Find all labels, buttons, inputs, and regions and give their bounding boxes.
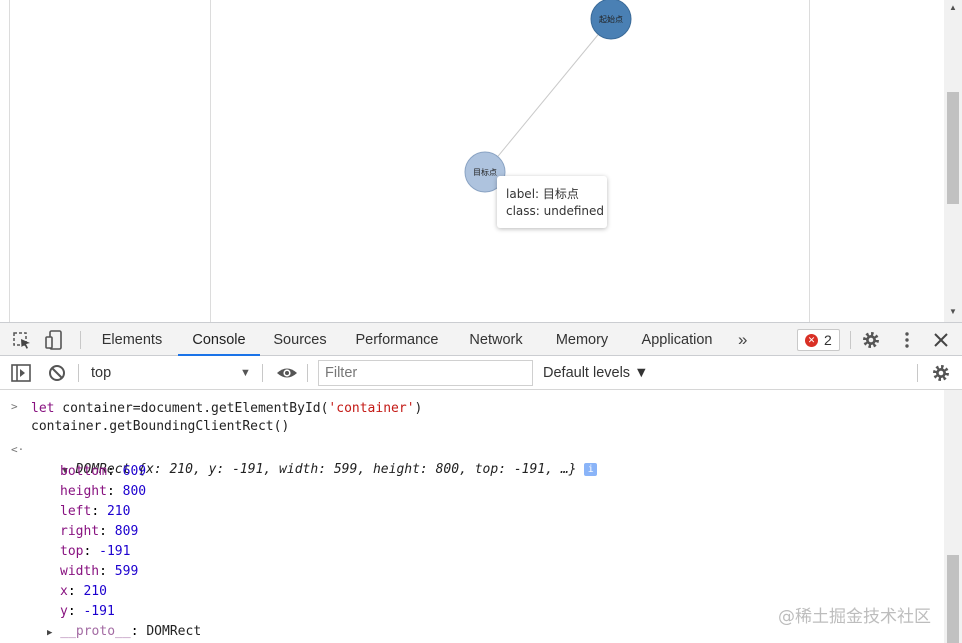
expand-triangle-right-icon[interactable]: ▶ xyxy=(47,628,52,638)
console-settings-gear-icon[interactable] xyxy=(930,363,952,383)
scroll-down-arrow-icon[interactable]: ▼ xyxy=(944,304,962,320)
toolbar-separator xyxy=(78,364,79,382)
property-row: top: -191 xyxy=(60,544,131,559)
filter-input[interactable] xyxy=(318,360,533,386)
code-fragment: container=document.getElementById( xyxy=(54,401,329,416)
toolbar-separator xyxy=(262,364,263,382)
console-scrollbar[interactable] xyxy=(944,390,962,643)
console-input-line: let container=document.getElementById('c… xyxy=(31,400,422,418)
code-fragment: ) xyxy=(414,401,423,416)
property-row: y: -191 xyxy=(60,604,115,619)
tooltip-label-line: label: 目标点 xyxy=(506,187,579,201)
settings-gear-icon[interactable] xyxy=(860,330,882,350)
tab-network[interactable]: Network xyxy=(459,323,533,356)
source-node-label: 起始点 xyxy=(599,14,623,24)
error-icon: ✕ xyxy=(805,334,818,347)
node-tooltip: label: 目标点 class: undefined xyxy=(497,176,607,228)
console-sidebar-icon[interactable] xyxy=(10,363,32,383)
log-levels-dropdown[interactable]: Default levels ▼ xyxy=(543,356,648,390)
graph-edge xyxy=(484,18,612,173)
toolbar-separator xyxy=(917,364,918,382)
devtools-tab-bar: Elements Console Sources Performance Net… xyxy=(0,322,962,356)
chevron-down-icon[interactable]: ▼ xyxy=(240,367,251,379)
property-row: bottom: 609 xyxy=(60,464,147,479)
more-tabs-icon[interactable]: » xyxy=(738,323,747,356)
inspect-element-icon[interactable] xyxy=(11,330,33,350)
tab-performance[interactable]: Performance xyxy=(346,323,448,356)
more-options-icon[interactable] xyxy=(896,330,918,350)
tab-console[interactable]: Console xyxy=(178,323,260,356)
console-scrollbar-thumb[interactable] xyxy=(947,555,959,643)
graph-canvas: 起始点 目标点 xyxy=(464,0,632,193)
property-row: height: 800 xyxy=(60,484,147,499)
toolbar-separator xyxy=(850,331,851,349)
keyword-let: let xyxy=(31,401,55,416)
code-string: 'container' xyxy=(328,401,415,416)
tab-memory[interactable]: Memory xyxy=(545,323,619,356)
watermark: @稀土掘金技术社区 xyxy=(778,607,931,627)
scroll-up-arrow-icon[interactable]: ▲ xyxy=(944,0,962,16)
device-toolbar-icon[interactable] xyxy=(44,330,66,350)
property-row: left: 210 xyxy=(60,504,131,519)
clear-console-icon[interactable] xyxy=(46,363,68,383)
property-row: right: 809 xyxy=(60,524,139,539)
tab-sources[interactable]: Sources xyxy=(265,323,335,356)
result-arrow-icon: <· xyxy=(11,443,25,456)
console-input-line-2: container.getBoundingClientRect() xyxy=(31,419,290,434)
error-count: 2 xyxy=(824,332,832,348)
input-prompt-chevron-icon: > xyxy=(11,400,18,413)
tooltip-class-line: class: undefined xyxy=(506,204,605,218)
proto-row[interactable]: ▶ __proto__: DOMRect xyxy=(47,623,201,642)
result-summary: DOMRect {x: 210, y: -191, width: 599, he… xyxy=(75,462,577,477)
page-scrollbar[interactable]: ▲ ▼ xyxy=(944,0,962,322)
target-node-label: 目标点 xyxy=(473,167,497,177)
page-viewport: 起始点 目标点 label: 目标点 class: undefined xyxy=(0,0,962,322)
console-toolbar: top ▼ Default levels ▼ xyxy=(0,356,962,390)
page-scrollbar-thumb[interactable] xyxy=(947,92,959,204)
context-selector[interactable]: top xyxy=(91,356,111,390)
tab-elements[interactable]: Elements xyxy=(92,323,172,356)
property-row: x: 210 xyxy=(60,584,107,599)
tab-application[interactable]: Application xyxy=(630,323,724,356)
property-row: width: 599 xyxy=(60,564,139,579)
info-icon[interactable]: i xyxy=(584,463,598,476)
toolbar-separator xyxy=(307,364,308,382)
graph-node-source[interactable]: 起始点 xyxy=(590,0,632,40)
live-expression-eye-icon[interactable] xyxy=(276,363,298,383)
close-devtools-icon[interactable] xyxy=(930,330,952,350)
error-count-badge[interactable]: ✕ 2 xyxy=(797,329,840,351)
toolbar-separator xyxy=(80,331,81,349)
